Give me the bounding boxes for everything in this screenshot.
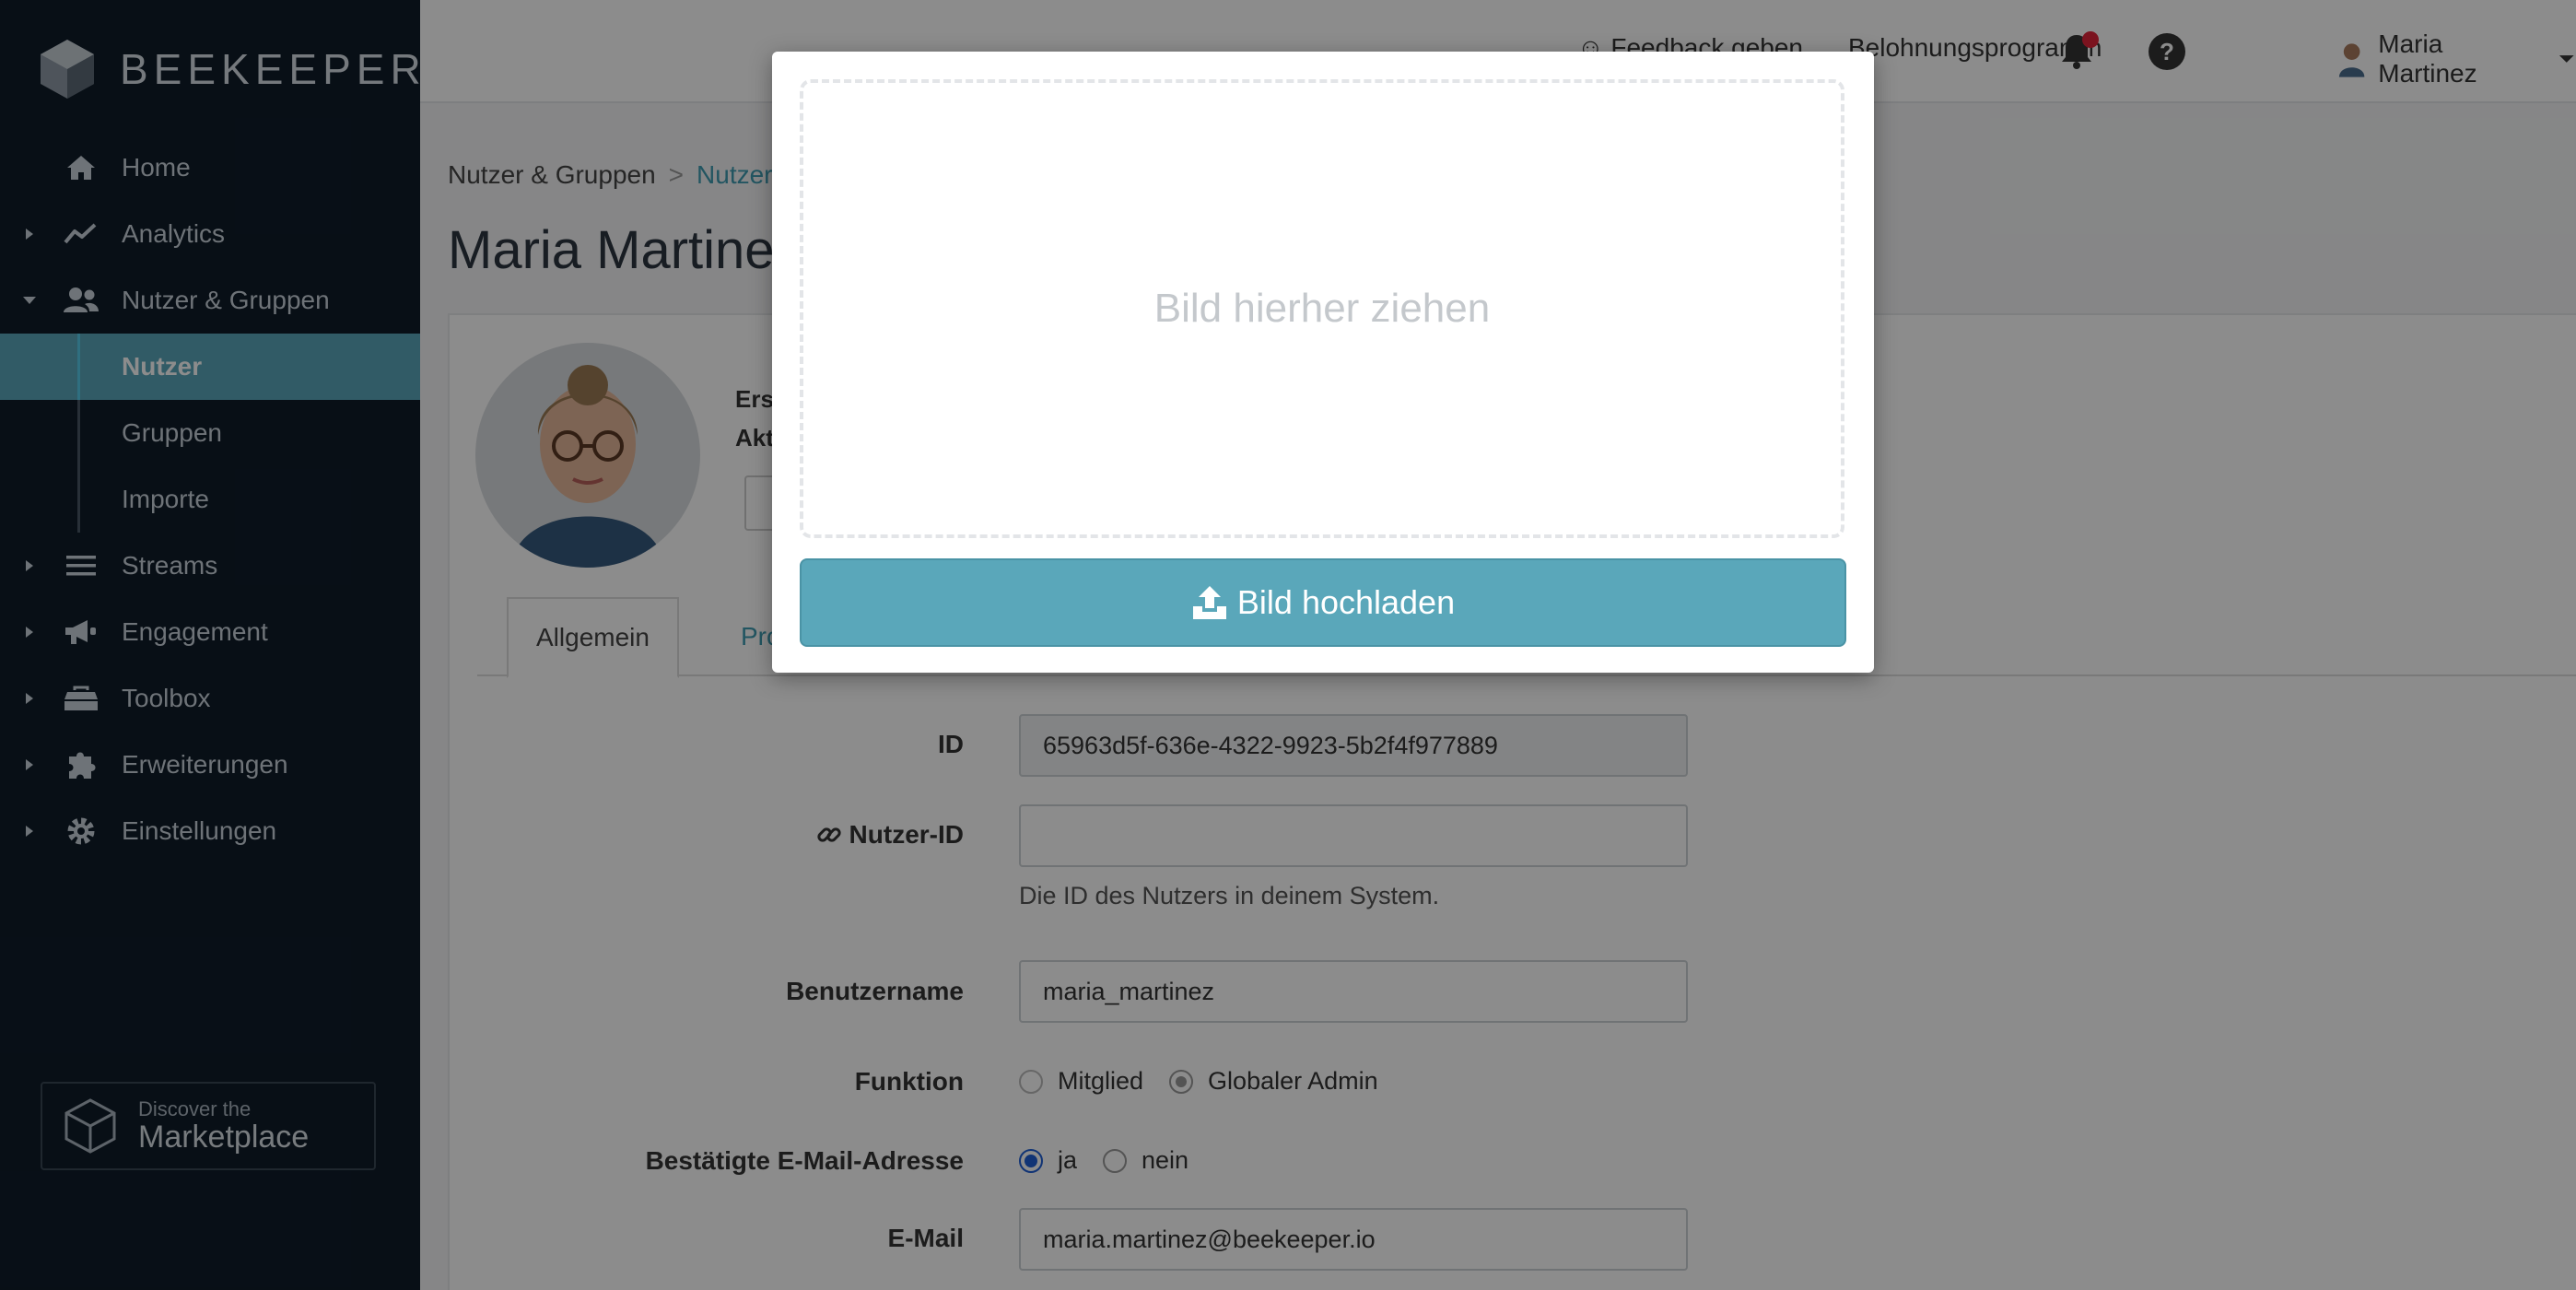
upload-image-button[interactable]: Bild hochladen (800, 558, 1846, 647)
image-upload-modal: Bild hierher ziehen Bild hochladen (772, 52, 1874, 673)
dropzone-text: Bild hierher ziehen (1153, 286, 1491, 331)
upload-icon (1192, 586, 1226, 619)
image-dropzone[interactable]: Bild hierher ziehen (800, 79, 1844, 538)
upload-button-label: Bild hochladen (1236, 583, 1456, 621)
